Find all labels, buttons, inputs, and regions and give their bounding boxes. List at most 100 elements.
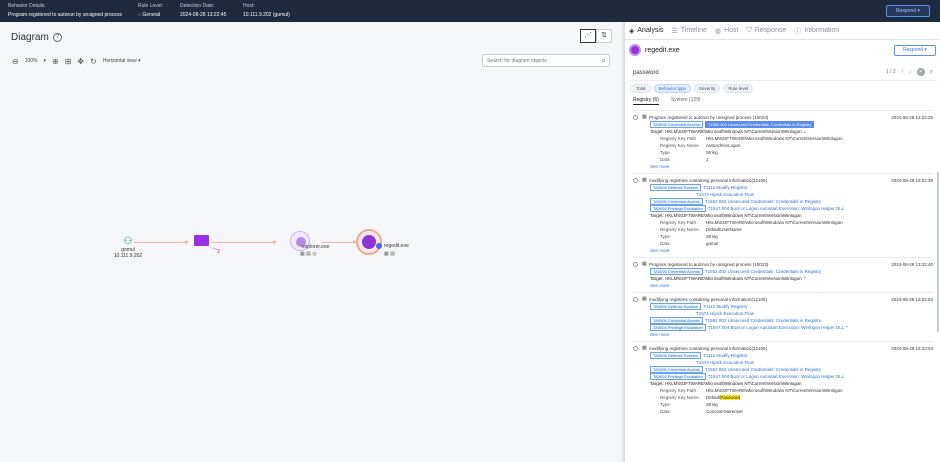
tab-timeline[interactable]: ☰ Timeline	[671, 27, 706, 35]
tactic-tag[interactable]: TA0004 Privilege Escalation	[650, 324, 706, 331]
technique-link[interactable]: T1574 Hijack Execution Flow	[696, 192, 754, 197]
technique-link[interactable]: T1112 Modify Registry	[703, 304, 747, 309]
detection-date: Detection Date: 2024-08-28 13:22:45	[180, 3, 226, 19]
filter-severity[interactable]: Severity	[694, 84, 721, 93]
folder-node[interactable]	[190, 235, 212, 246]
tactic-tag[interactable]: TA0006 Credential Access	[650, 268, 703, 275]
tactic-tag[interactable]: TA0005 Defense Evasion	[650, 184, 702, 191]
technique-link[interactable]: T1574 Hijack Execution Flow	[696, 311, 754, 316]
technique-link[interactable]: T1552.002 Unsecured Credentials: Credent…	[705, 199, 821, 204]
chevron-down-icon[interactable]: ⌄	[803, 129, 807, 134]
see-more-link[interactable]: See more	[633, 163, 933, 170]
arrow-up-icon[interactable]: ↑	[901, 69, 904, 75]
move-icon[interactable]: ✥	[77, 57, 84, 66]
technique-link[interactable]: T1552.002 Unsecured Credentials: Credent…	[705, 318, 821, 323]
detail-key: Data	[660, 241, 670, 246]
clear-icon[interactable]: ✕	[916, 68, 925, 76]
tab-host[interactable]: ◍ Host	[715, 27, 739, 35]
tab-timeline-label: Timeline	[680, 27, 707, 34]
zoom-in-icon[interactable]: ⊕	[52, 57, 59, 66]
event-radio[interactable]	[633, 346, 638, 351]
technique-link[interactable]: T1112 Modify Registry	[703, 353, 747, 358]
view-mode-select[interactable]: Horizontal view ▾	[103, 58, 141, 64]
technique-link[interactable]: T1547.004 Boot or Logon Autostart Execut…	[708, 374, 844, 379]
registry-icon: ▦	[642, 296, 647, 302]
regedit-label: regedit.exe	[384, 243, 409, 249]
event-item[interactable]: ▦ Program registered to autorun by unsign…	[633, 257, 933, 292]
event-time: 2024-08-28 13:22:39	[891, 178, 933, 183]
event-title: modifying registries containing personal…	[649, 178, 768, 183]
technique-link[interactable]: T1552.002 Unsecured Credentials: Credent…	[705, 269, 821, 274]
fit-screen-icon[interactable]: ⊞	[65, 57, 72, 66]
search-icon[interactable]: ⌕	[602, 56, 606, 66]
event-title: Program registered to autorun by unsigne…	[649, 115, 769, 120]
rule-level-value-wrap: ◌ General	[138, 12, 163, 19]
behavior-details-value: Program registered to autorun by unsigne…	[8, 12, 122, 18]
filter-total[interactable]: Total	[631, 84, 651, 93]
behavior-details: Behavior Details: Program registered to …	[8, 3, 122, 19]
diagram-search-input[interactable]	[483, 55, 593, 66]
zoom-level[interactable]: 100%	[25, 58, 38, 64]
technique-link[interactable]: T1552.002 Unsecured Credentials: Credent…	[705, 367, 821, 372]
regedit-node[interactable]: regedit.exe ▦ ▤	[356, 229, 416, 257]
chevron-up-icon[interactable]: ⌃	[845, 325, 849, 330]
subtab-system[interactable]: System (129)	[671, 97, 701, 105]
respond-button[interactable]: Respond ▾	[894, 45, 936, 56]
filter-rule-level[interactable]: Rule level	[723, 84, 754, 93]
event-target: Target: HKLM\SOFTWARE\Microsoft\Windows …	[650, 213, 802, 218]
technique-tag[interactable]: T1552.002 Unsecured Credentials: Credent…	[704, 121, 815, 128]
technique-link[interactable]: T1574 Hijack Execution Flow	[696, 360, 754, 365]
tactic-tag[interactable]: TA0006 Credential Access	[650, 317, 703, 324]
subtab-registry[interactable]: Registry (6)	[633, 97, 659, 105]
help-icon[interactable]: ?	[53, 33, 62, 42]
chevron-up-icon[interactable]: ⌃	[803, 276, 807, 281]
info-icon	[376, 243, 382, 249]
tactic-tag[interactable]: TA0006 Credential Access	[650, 198, 703, 205]
technique-link[interactable]: T1112 Modify Registry	[703, 185, 747, 190]
keyword-input[interactable]	[629, 67, 829, 79]
detail-value: Conceal-Moreover	[706, 409, 744, 414]
folder-count-value: 2	[217, 249, 220, 255]
tab-analysis[interactable]: ◈ Analysis	[629, 27, 663, 35]
zoom-out-icon[interactable]: ⊖	[12, 57, 19, 66]
event-item[interactable]: ▦ modifying registries containing persona…	[633, 292, 933, 341]
host-node[interactable]: ⚇ gomul 10.111.9.202	[108, 236, 148, 259]
event-target: Target: HKLM\SOFTWARE\Microsoft\Windows …	[650, 276, 802, 281]
tactic-tag[interactable]: TA0005 Defense Evasion	[650, 303, 702, 310]
event-item[interactable]: ▦ Program registered to autorun by unsign…	[633, 110, 933, 173]
see-more-link[interactable]: See more	[633, 247, 933, 254]
arrow-down-icon[interactable]: ↓	[909, 69, 912, 75]
detail-value: HKLM\SOFTWARE\Microsoft\Windows NT\Curre…	[706, 220, 843, 225]
event-item[interactable]: ▦ modifying registries containing persona…	[633, 173, 933, 257]
view-mode-label: Horizontal view	[102, 58, 137, 64]
tactic-tag[interactable]: TA0005 Defense Evasion	[650, 352, 702, 359]
event-radio[interactable]	[633, 297, 638, 302]
host-info: Host: 10.111.9.202 (gumul)	[243, 3, 290, 19]
see-more-link[interactable]: See more	[633, 282, 933, 289]
filter-behavior-type[interactable]: Behavior type	[653, 84, 692, 93]
folder-child-count[interactable]: ⌒2	[208, 248, 224, 255]
graph-view-toggle[interactable]: ⋰	[580, 29, 596, 43]
list-view-toggle[interactable]: ⇅	[596, 29, 612, 43]
diagram-search[interactable]: ⌕	[482, 54, 610, 67]
tactic-tag[interactable]: TA0006 Credential Access	[650, 121, 703, 128]
see-more-link[interactable]: See more	[633, 331, 933, 338]
technique-link[interactable]: T1547.004 Boot or Logon Autostart Execut…	[708, 206, 844, 211]
panel-scrollbar[interactable]	[937, 172, 939, 332]
top-respond-button[interactable]: Respond ▾	[886, 5, 930, 17]
refresh-icon[interactable]: ↻	[90, 57, 97, 66]
technique-link[interactable]: T1547.004 Boot or Logon Autostart Execut…	[708, 325, 844, 330]
tab-information[interactable]: ⓘ Information	[794, 26, 839, 36]
shield-icon: ⛉	[746, 26, 752, 34]
event-item[interactable]: ▦ modifying registries containing persona…	[633, 341, 933, 418]
tab-response[interactable]: ⛉ Response	[746, 27, 786, 35]
event-radio[interactable]	[633, 178, 638, 183]
info-circle-icon: ⓘ	[794, 27, 802, 35]
event-radio[interactable]	[633, 262, 638, 267]
tactic-tag[interactable]: TA0004 Privilege Escalation	[650, 373, 706, 380]
tactic-tag[interactable]: TA0004 Privilege Escalation	[650, 205, 706, 212]
explorer-node[interactable]: explorer.exe ▦ ▤ ◎	[278, 231, 329, 257]
search-icon[interactable]: ⌕	[930, 69, 933, 76]
tactic-tag[interactable]: TA0006 Credential Access	[650, 366, 703, 373]
event-radio[interactable]	[633, 115, 638, 120]
